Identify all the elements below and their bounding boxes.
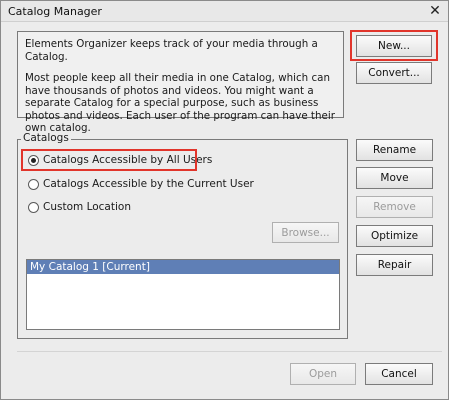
repair-button[interactable]: Repair: [356, 254, 433, 276]
radio-button[interactable]: [28, 201, 39, 213]
catalog-manager-dialog: Catalog Manager ✕ Elements Organizer kee…: [0, 0, 449, 400]
radio-all-users[interactable]: Catalogs Accessible by All Users: [28, 153, 212, 167]
open-button[interactable]: Open: [290, 363, 356, 385]
catalog-list[interactable]: My Catalog 1 [Current]: [26, 259, 340, 330]
dialog-title: Catalog Manager: [8, 5, 102, 18]
new-button[interactable]: New...: [356, 35, 432, 57]
radio-button-checked[interactable]: [28, 154, 39, 166]
footer-divider: [17, 351, 442, 352]
info-paragraph-2: Most people keep all their media in one …: [25, 72, 335, 134]
optimize-button[interactable]: Optimize: [356, 225, 433, 247]
radio-current-user-label: Catalogs Accessible by the Current User: [43, 178, 254, 190]
cancel-button[interactable]: Cancel: [365, 363, 433, 385]
radio-custom-location-label: Custom Location: [43, 201, 131, 213]
radio-custom-location[interactable]: Custom Location: [28, 200, 131, 214]
radio-current-user[interactable]: Catalogs Accessible by the Current User: [28, 177, 254, 191]
info-panel: Elements Organizer keeps track of your m…: [17, 31, 344, 134]
browse-button[interactable]: Browse...: [272, 222, 339, 243]
catalogs-legend: Catalogs: [21, 132, 71, 144]
radio-all-users-label: Catalogs Accessible by All Users: [43, 154, 213, 166]
radio-button[interactable]: [28, 178, 39, 190]
move-button[interactable]: Move: [356, 167, 433, 189]
remove-button[interactable]: Remove: [356, 196, 433, 218]
rename-button[interactable]: Rename: [356, 139, 433, 161]
convert-button[interactable]: Convert...: [356, 62, 432, 84]
info-paragraph-1: Elements Organizer keeps track of your m…: [25, 38, 318, 63]
title-bar[interactable]: Catalog Manager ✕: [1, 1, 448, 22]
close-icon[interactable]: ✕: [426, 3, 444, 19]
list-item[interactable]: My Catalog 1 [Current]: [27, 260, 339, 274]
